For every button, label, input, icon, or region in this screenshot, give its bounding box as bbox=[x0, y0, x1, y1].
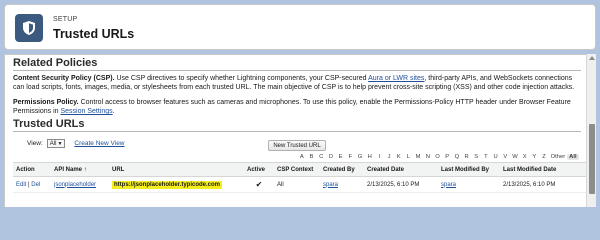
alpha-filter-m[interactable]: M bbox=[413, 154, 423, 160]
csp-description: Content Security Policy (CSP). Use CSP d… bbox=[13, 74, 579, 92]
alpha-filter-d[interactable]: D bbox=[326, 154, 336, 160]
alpha-filter-p[interactable]: P bbox=[442, 154, 452, 160]
view-selector-row: View: All ▼ Create New View bbox=[27, 139, 125, 148]
alpha-filter-q[interactable]: Q bbox=[452, 154, 462, 160]
last-modified-by-cell: spara bbox=[438, 176, 500, 193]
created-date-cell: 2/13/2025, 6:10 PM bbox=[364, 176, 438, 193]
column-header-last-modified-by[interactable]: Last Modified By bbox=[438, 162, 500, 177]
scroll-thumb[interactable] bbox=[589, 124, 595, 194]
page-title: Trusted URLs bbox=[53, 27, 135, 41]
alpha-filter-c[interactable]: C bbox=[316, 154, 326, 160]
csp-text-1: Use CSP directives to specify whether Li… bbox=[114, 75, 369, 82]
table-row: Edit | Del jsonplaceholder https://jsonp… bbox=[13, 176, 587, 193]
alpha-filter-z[interactable]: Z bbox=[539, 154, 549, 160]
active-checkmark-icon: ✔ bbox=[244, 176, 274, 193]
alpha-filter-all[interactable]: All bbox=[566, 154, 579, 160]
alpha-filter-j[interactable]: J bbox=[384, 154, 394, 160]
column-header-csp-context[interactable]: CSP Context bbox=[274, 162, 320, 177]
create-new-view-link[interactable]: Create New View bbox=[74, 140, 124, 147]
setup-page: SETUP Trusted URLs Related Policies Cont… bbox=[0, 0, 600, 207]
edit-link[interactable]: Edit bbox=[16, 182, 26, 188]
session-settings-link[interactable]: Session Settings bbox=[60, 108, 112, 115]
divider bbox=[13, 131, 581, 132]
alpha-filter-g[interactable]: G bbox=[355, 154, 365, 160]
alpha-filter-a[interactable]: A bbox=[297, 154, 307, 160]
trusted-urls-heading: Trusted URLs bbox=[13, 118, 85, 130]
alpha-filter-other[interactable]: Other bbox=[549, 154, 567, 160]
created-by-cell: spara bbox=[320, 176, 364, 193]
column-header-url[interactable]: URL bbox=[109, 162, 244, 177]
url-value: https://jsonplaceholder.typicode.com bbox=[112, 180, 223, 189]
shield-icon bbox=[15, 14, 43, 42]
csp-context-cell: All bbox=[274, 176, 320, 193]
column-header-api-name[interactable]: API Name ↑ bbox=[51, 162, 109, 177]
alpha-filter-s[interactable]: S bbox=[471, 154, 481, 160]
alpha-filter-b[interactable]: B bbox=[307, 154, 317, 160]
last-modified-by-link[interactable]: spara bbox=[441, 182, 456, 188]
vertical-scrollbar[interactable] bbox=[586, 54, 596, 207]
aura-lwr-sites-link[interactable]: Aura or LWR sites bbox=[368, 75, 424, 82]
alpha-filter-n[interactable]: N bbox=[423, 154, 433, 160]
sort-ascending-icon: ↑ bbox=[83, 166, 87, 173]
breadcrumb: SETUP bbox=[53, 16, 78, 23]
scroll-up-icon[interactable] bbox=[589, 56, 595, 60]
table-header-row: Action API Name ↑ URL Active CSP Context… bbox=[13, 162, 587, 177]
divider bbox=[13, 70, 581, 71]
created-by-link[interactable]: spara bbox=[323, 182, 338, 188]
alpha-filter-i[interactable]: I bbox=[375, 154, 385, 160]
alpha-filter-y[interactable]: Y bbox=[530, 154, 540, 160]
new-trusted-url-button[interactable]: New Trusted URL bbox=[268, 140, 326, 151]
permissions-heading: Permissions Policy. bbox=[13, 99, 79, 106]
alpha-filter-r[interactable]: R bbox=[462, 154, 472, 160]
alpha-filter-v[interactable]: V bbox=[500, 154, 510, 160]
alpha-filter-l[interactable]: L bbox=[404, 154, 414, 160]
alpha-filter: A B C D E F G H I J K L M N O P Q R S T … bbox=[297, 154, 579, 160]
url-cell: https://jsonplaceholder.typicode.com bbox=[109, 176, 244, 193]
chevron-down-icon: ▼ bbox=[57, 140, 63, 147]
api-name-link[interactable]: jsonplaceholder bbox=[54, 182, 96, 188]
alpha-filter-o[interactable]: O bbox=[433, 154, 443, 160]
page-header: SETUP Trusted URLs bbox=[4, 4, 596, 50]
alpha-filter-u[interactable]: U bbox=[491, 154, 501, 160]
alpha-filter-w[interactable]: W bbox=[510, 154, 520, 160]
last-modified-date-cell: 2/13/2025, 6:10 PM bbox=[500, 176, 587, 193]
permissions-text-2: . bbox=[112, 108, 115, 115]
view-select[interactable]: All ▼ bbox=[46, 139, 66, 148]
action-separator: | bbox=[28, 181, 30, 188]
api-name-header-label: API Name bbox=[54, 166, 83, 173]
alpha-filter-f[interactable]: F bbox=[345, 154, 355, 160]
alpha-filter-h[interactable]: H bbox=[365, 154, 375, 160]
column-header-action: Action bbox=[13, 162, 51, 177]
trusted-urls-table: Action API Name ↑ URL Active CSP Context… bbox=[13, 162, 587, 193]
related-policies-heading: Related Policies bbox=[13, 57, 98, 69]
alpha-filter-t[interactable]: T bbox=[481, 154, 491, 160]
alpha-filter-x[interactable]: X bbox=[520, 154, 530, 160]
alpha-filter-e[interactable]: E bbox=[336, 154, 346, 160]
delete-link[interactable]: Del bbox=[31, 182, 40, 188]
permissions-description: Permissions Policy. Control access to br… bbox=[13, 98, 579, 116]
column-header-created-date[interactable]: Created Date bbox=[364, 162, 438, 177]
view-select-value: All bbox=[49, 140, 57, 147]
column-header-active[interactable]: Active bbox=[244, 162, 274, 177]
column-header-created-by[interactable]: Created By bbox=[320, 162, 364, 177]
api-name-cell: jsonplaceholder bbox=[51, 176, 109, 193]
view-label: View: bbox=[27, 140, 43, 147]
alpha-filter-k[interactable]: K bbox=[394, 154, 404, 160]
csp-heading: Content Security Policy (CSP). bbox=[13, 75, 115, 82]
row-actions: Edit | Del bbox=[13, 176, 51, 193]
main-content: Related Policies Content Security Policy… bbox=[4, 54, 596, 207]
column-header-last-modified-date[interactable]: Last Modified Date bbox=[500, 162, 587, 177]
